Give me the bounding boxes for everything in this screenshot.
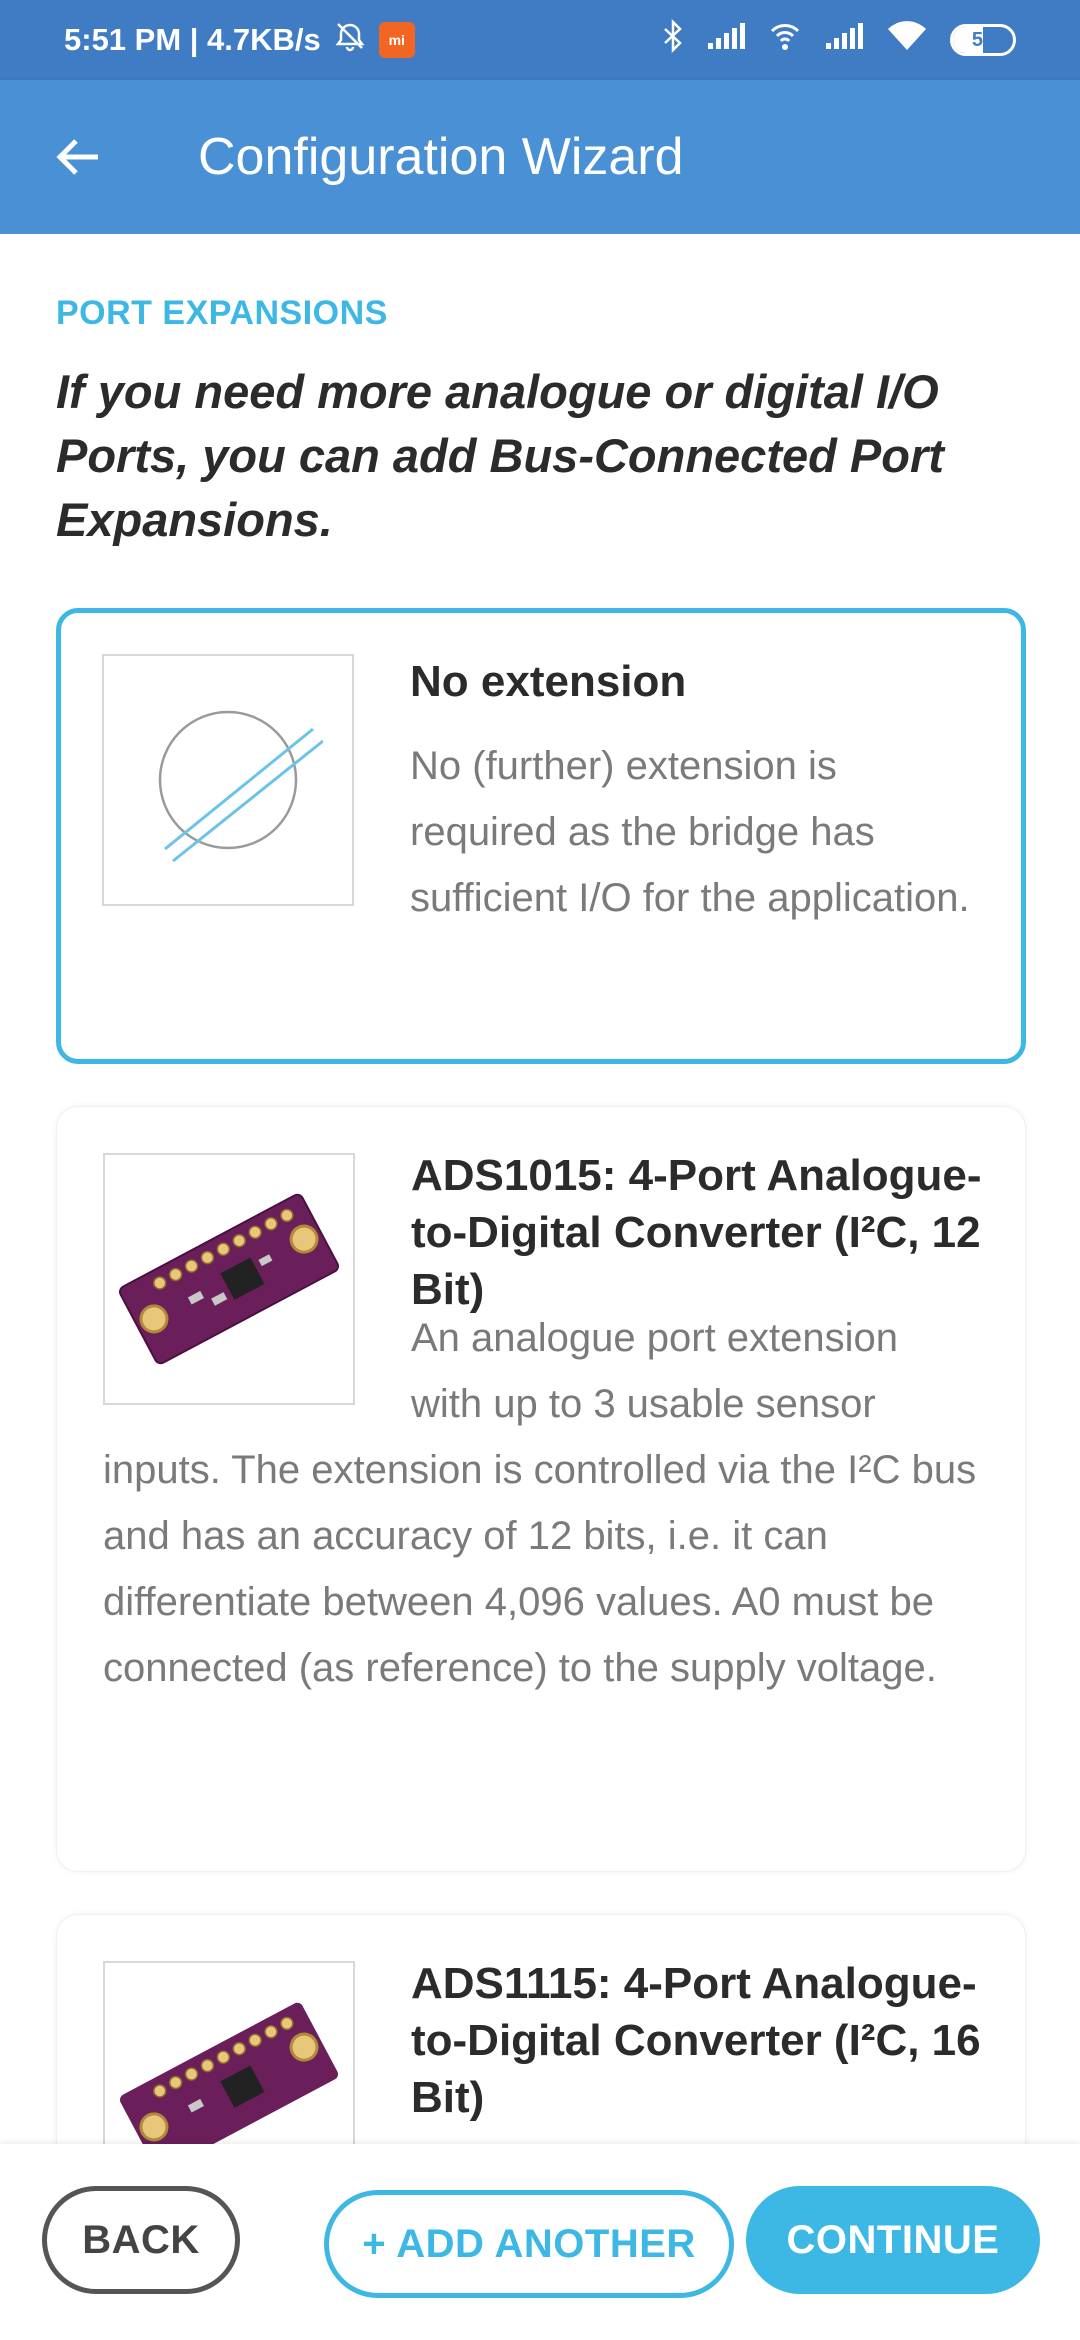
status-right: 50: [662, 18, 1016, 61]
no-extension-icon: [102, 654, 354, 906]
battery-icon: 50: [950, 24, 1016, 56]
alarm-off-icon: [333, 19, 367, 61]
continue-button[interactable]: CONTINUE: [746, 2186, 1040, 2294]
ads1115-board-image: [103, 1961, 355, 2144]
back-button[interactable]: BACK: [42, 2186, 240, 2294]
section-heading: If you need more analogue or digital I/O…: [56, 365, 944, 546]
status-bar: 5:51 PM | 4.7KB/s mi 50: [0, 0, 1080, 80]
signal-icon: [706, 21, 746, 59]
bottom-action-bar: BACK + ADD ANOTHER CONTINUE: [0, 2144, 1080, 2340]
content-scroll[interactable]: PORT EXPANSIONS If you need more analogu…: [0, 234, 1080, 2144]
option-card-ads1115[interactable]: ADS1115: 4-Port Analogue-to-Digital Conv…: [56, 1914, 1026, 2144]
wifi-icon: [886, 20, 928, 60]
app-bar: Configuration Wizard: [0, 80, 1080, 234]
add-another-button[interactable]: + ADD ANOTHER: [324, 2190, 734, 2298]
option-description: No (further) extension is required as th…: [410, 744, 970, 920]
status-time-speed: 5:51 PM | 4.7KB/s: [64, 22, 321, 57]
option-title: No extension: [410, 657, 687, 706]
option-title: ADS1015: 4-Port Analogue-to-Digital Conv…: [411, 1151, 982, 1314]
bluetooth-icon: [662, 18, 684, 61]
option-description-wrapped: An analogue port extension with up to 3 …: [411, 1316, 899, 1426]
screen: 5:51 PM | 4.7KB/s mi 50 Configuration Wi…: [0, 0, 1080, 2340]
option-card-no-extension[interactable]: No extension No (further) extension is r…: [56, 608, 1026, 1064]
battery-level: 50: [971, 28, 995, 51]
section-label: PORT EXPANSIONS: [56, 294, 388, 332]
option-card-ads1015[interactable]: ADS1015: 4-Port Analogue-to-Digital Conv…: [56, 1106, 1026, 1872]
option-description: inputs. The extension is controlled via …: [103, 1448, 977, 1690]
back-arrow-icon[interactable]: [38, 117, 118, 197]
ads1015-board-image: [103, 1153, 355, 1405]
signal-icon: [824, 21, 864, 59]
mi-app-icon: mi: [378, 22, 415, 58]
option-title: ADS1115: 4-Port Analogue-to-Digital Conv…: [411, 1959, 981, 2122]
hotspot-icon: [768, 19, 802, 61]
status-left: 5:51 PM | 4.7KB/s mi: [64, 19, 415, 61]
page-title: Configuration Wizard: [198, 128, 684, 186]
